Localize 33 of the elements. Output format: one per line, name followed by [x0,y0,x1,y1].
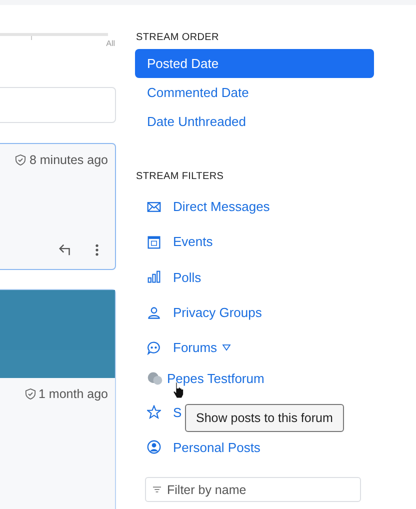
post-time: 8 minutes ago [29,153,108,167]
filter-link[interactable]: Direct Messages [173,199,270,214]
tooltip: Show posts to this forum [185,404,344,432]
filter-link[interactable]: S [173,404,182,420]
section-heading: STREAM ORDER [135,32,220,43]
section-heading: STREAM FILTERS [135,171,225,182]
slider-label: All [106,39,115,50]
user-circle-icon [147,440,161,454]
envelope-icon [147,200,161,214]
shield-icon [24,388,36,400]
filter-link[interactable]: Personal Posts [173,440,260,455]
filter-link[interactable]: Events [173,234,213,250]
forum-avatar-icon [147,371,163,386]
shield-icon [15,154,26,166]
sort-option[interactable]: Date Unthreaded [135,107,374,136]
filter-link[interactable]: Polls [173,270,202,285]
filter-field[interactable]: Filter by name [145,477,361,502]
star-icon [147,405,161,420]
filter-link[interactable]: Forums [173,340,218,356]
post-time: 1 month ago [38,387,108,401]
sort-option[interactable]: Posted Date [135,49,374,78]
calendar-icon [147,234,161,249]
person-icon [147,306,161,320]
filter-link[interactable]: Privacy Groups [173,305,262,320]
filter-icon [153,486,161,494]
forum-link[interactable]: Pepes Testforum [167,371,264,386]
caret-icon[interactable] [222,344,232,352]
bar-chart-icon [147,270,161,284]
speech-bubble-icon [147,340,161,355]
more-icon[interactable] [95,242,99,256]
reply-icon[interactable] [58,242,73,257]
search-field[interactable] [0,87,116,123]
sort-option[interactable]: Commented Date [135,78,374,107]
